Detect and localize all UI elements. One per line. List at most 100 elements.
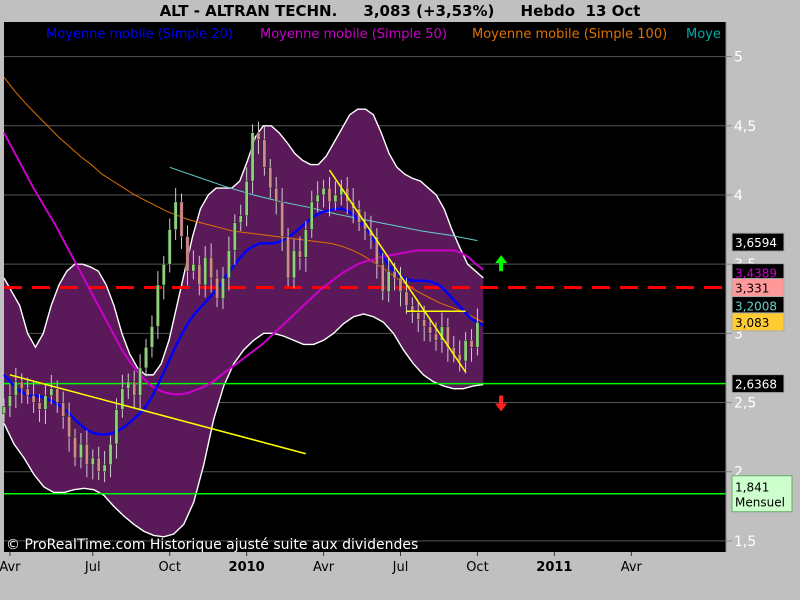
- candle-body: [221, 277, 225, 300]
- candle-body: [167, 229, 172, 265]
- candle-body: [13, 381, 18, 396]
- candle-body: [380, 263, 385, 293]
- candle-body: [67, 416, 71, 438]
- footer-note: © ProRealTime.com Historique ajusté suit…: [6, 537, 418, 553]
- candle-body: [238, 215, 243, 223]
- candle-body: [203, 256, 208, 286]
- price-tag-label: 3,331: [735, 282, 769, 296]
- candle-body: [144, 346, 148, 369]
- candle-body: [280, 201, 285, 237]
- legend-entry: Moyenne mobile (Simple 50): [260, 27, 447, 42]
- candle-body: [37, 402, 42, 410]
- candle-body: [161, 263, 166, 286]
- candle-body: [404, 291, 409, 306]
- candle-body: [96, 457, 101, 472]
- price-tag-label: 2,6368: [735, 378, 777, 392]
- candle-body: [268, 167, 273, 189]
- candle-body: [469, 340, 474, 348]
- candle-body: [209, 256, 214, 279]
- legend: Prix Moyenne mobile (Simple 20) Moyenne mo…: [8, 27, 721, 42]
- candle-body: [475, 322, 480, 348]
- x-tick-label: Oct: [158, 560, 180, 575]
- legend-entry: Moyenne mobile (Simple 100): [472, 27, 667, 42]
- price-tag: 3,6594: [731, 232, 785, 252]
- candle-body: [321, 187, 326, 196]
- candle-body: [463, 340, 468, 362]
- legend-entry: Moye: [686, 27, 721, 42]
- candle-body: [286, 236, 290, 279]
- candle-body: [428, 326, 432, 334]
- price-tag: 2,6368: [731, 374, 785, 394]
- candle-body: [298, 250, 302, 258]
- candle-body: [25, 388, 30, 396]
- candle-body: [191, 263, 196, 272]
- candle-body: [138, 367, 142, 396]
- candle-body: [250, 132, 255, 182]
- x-tick-label: 2011: [536, 560, 572, 575]
- candle-body: [185, 236, 190, 272]
- candle-body: [132, 381, 137, 396]
- candle-body: [8, 395, 12, 407]
- x-tick-label: Avr: [0, 560, 21, 575]
- x-tick-label: 2010: [229, 560, 265, 575]
- candle-body: [274, 187, 279, 203]
- candle-body: [292, 250, 296, 279]
- y-tick-label: 2,5: [734, 396, 756, 412]
- legend-entry: Moyenne mobile (Simple 20): [46, 27, 233, 42]
- candle-body: [120, 388, 125, 410]
- candle-body: [150, 326, 154, 348]
- candle-body: [232, 222, 237, 251]
- y-tick-label: 1,5: [734, 534, 756, 550]
- candle-body: [108, 443, 113, 466]
- candle-body: [327, 187, 332, 203]
- support-tag: 1,841Mensuel: [731, 475, 793, 513]
- chart-frame: ALT - ALTRAN TECHN. 3,083 (+3,53%) Hebdo…: [0, 0, 800, 600]
- candle-body: [102, 464, 107, 472]
- candle-body: [73, 436, 77, 459]
- candle-body: [49, 388, 54, 396]
- candle-body: [262, 139, 267, 168]
- candle-body: [2, 406, 6, 414]
- candle-body: [84, 443, 89, 466]
- price-tag-label: 3,2008: [735, 300, 777, 314]
- candle-body: [386, 270, 391, 293]
- price-tag-label: 3,6594: [735, 236, 777, 250]
- price-tag: 3,331: [731, 278, 785, 298]
- y-tick-label: 4: [734, 188, 743, 204]
- candle-body: [309, 201, 314, 230]
- candle-body: [392, 270, 397, 279]
- x-tick-label: Avr: [621, 560, 643, 575]
- x-tick-label: Jul: [84, 560, 101, 575]
- y-tick-label: 5: [734, 50, 743, 66]
- candle-body: [422, 319, 427, 327]
- candle-body: [197, 263, 202, 286]
- candle-body: [90, 457, 95, 466]
- candle-body: [303, 229, 308, 258]
- support-tag-value: 1,841: [735, 481, 769, 495]
- candlestick-chart[interactable]: 54,543,532,521,5 3,65943,43893,3313,2008…: [0, 0, 800, 600]
- candle-body: [31, 395, 36, 403]
- candle-body: [434, 333, 438, 341]
- candle-body: [333, 194, 338, 203]
- candle-body: [43, 395, 48, 410]
- candle-body: [61, 402, 66, 417]
- price-tag-label: 3,083: [735, 316, 769, 330]
- candle-body: [79, 443, 83, 459]
- candle-body: [457, 353, 462, 362]
- candle-body: [19, 381, 24, 389]
- x-tick-label: Oct: [466, 560, 488, 575]
- candle-body: [114, 409, 119, 445]
- legend-entry: Prix: [8, 27, 33, 42]
- x-axis: Avr Jul Oct 2010 Avr Jul Oct 2011 Avr: [0, 552, 643, 575]
- candle-body: [55, 388, 60, 403]
- candle-body: [215, 277, 219, 300]
- candle-body: [398, 277, 403, 293]
- candle-body: [227, 250, 231, 279]
- candle-body: [126, 381, 131, 389]
- candle-body: [173, 201, 178, 230]
- price-tag: 3,083: [731, 312, 785, 332]
- candle-body: [179, 201, 184, 237]
- support-tag-sublabel: Mensuel: [735, 496, 785, 510]
- x-tick-label: Avr: [313, 560, 335, 575]
- candle-body: [416, 312, 421, 320]
